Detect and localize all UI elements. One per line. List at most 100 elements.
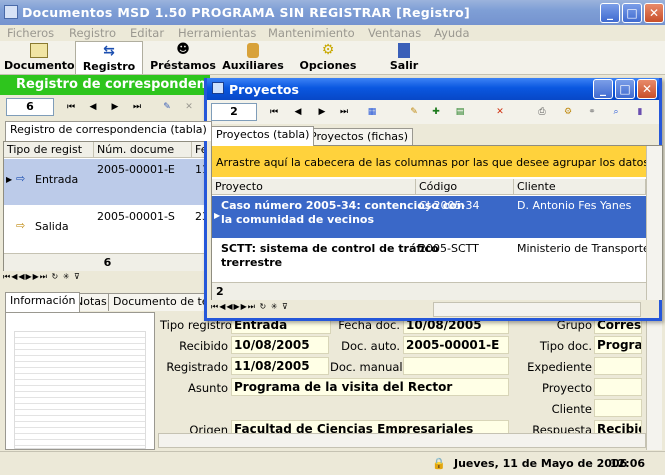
menu-ayuda[interactable]: Ayuda xyxy=(434,26,470,40)
table-row[interactable]: SCTT: sistema de control de tráfico trer… xyxy=(212,239,656,281)
proyectos-grid: Arrastre aquí la cabecera de las columna… xyxy=(211,145,663,300)
prev-record-button[interactable]: ◀ xyxy=(289,103,307,121)
window-icon xyxy=(212,82,224,94)
first-record-button[interactable]: ⏮ xyxy=(62,98,80,116)
document-preview xyxy=(5,312,155,450)
close-button[interactable]: ✕ xyxy=(644,3,664,23)
menu-mantenimiento[interactable]: Mantenimiento xyxy=(268,26,355,40)
exit-door-icon xyxy=(398,43,410,58)
delete-icon[interactable]: ✕ xyxy=(491,103,509,121)
col-numero[interactable]: Núm. docume xyxy=(94,142,192,158)
menu-ficheros[interactable]: Ficheros xyxy=(7,26,54,40)
registro-button[interactable]: ⇆ Registro xyxy=(75,41,143,74)
menu-herramientas[interactable]: Herramientas xyxy=(178,26,256,40)
search-icon[interactable]: ⌕ xyxy=(607,103,625,121)
tipo-doc-field[interactable]: Progran xyxy=(594,336,642,354)
opciones-button[interactable]: ⚙ Opciones xyxy=(296,41,360,74)
link-icon[interactable]: ⚭ xyxy=(583,103,601,121)
proyectos-record-count: 2 xyxy=(211,103,257,121)
registrado-field[interactable]: 11/08/2005 xyxy=(231,357,329,375)
database-icon xyxy=(247,43,259,58)
menu-editar[interactable]: Editar xyxy=(130,26,164,40)
menu-registro[interactable]: Registro xyxy=(69,26,116,40)
documentos-button[interactable]: Documentos xyxy=(4,41,81,74)
tools-icon[interactable]: ⚙ xyxy=(559,103,577,121)
proyectos-maximize-button[interactable]: □ xyxy=(615,79,635,99)
proyectos-title-bar: Proyectos _ □ ✕ xyxy=(207,78,659,100)
maximize-button[interactable]: □ xyxy=(622,3,642,23)
col-tipo[interactable]: Tipo de regist xyxy=(4,142,94,158)
proyectos-navigator[interactable]: ⏮◀◀▶▶⏭ ↻ ✳ ⊽ xyxy=(211,302,431,316)
arrows-icon: ⇆ xyxy=(103,43,115,59)
expediente-field[interactable] xyxy=(594,357,642,375)
insert-row-icon[interactable]: ▤ xyxy=(451,103,469,121)
proyectos-close-button[interactable]: ✕ xyxy=(637,79,657,99)
table-row[interactable]: ▶ Caso número 2005-34: contencioso con l… xyxy=(212,196,646,238)
app-icon xyxy=(4,5,18,19)
tab-registro-tabla[interactable]: Registro de correspondencia (tabla) xyxy=(5,121,212,141)
status-bar: 🔒 Jueves, 11 de Mayo de 2006 12:06 xyxy=(0,451,665,475)
edit-icon[interactable]: ✎ xyxy=(158,98,176,116)
table-row[interactable]: ⇨ Salida 2005-00001-S 23 xyxy=(4,206,211,252)
menu-ventanas[interactable]: Ventanas xyxy=(368,26,421,40)
prev-record-button[interactable]: ◀ xyxy=(84,98,102,116)
last-record-button[interactable]: ⏭ xyxy=(335,103,353,121)
people-icon: ☻ xyxy=(176,42,190,57)
row-pointer-icon: ▶ xyxy=(6,175,13,184)
detail-hscrollbar[interactable] xyxy=(158,433,646,448)
col-cliente[interactable]: Cliente xyxy=(514,179,646,195)
proyectos-window: Proyectos _ □ ✕ 2 ⏮ ◀ ▶ ⏭ ▦ ✎ ✚ ▤ ✕ ⎙ ⚙ … xyxy=(204,78,663,321)
minimize-button[interactable]: _ xyxy=(600,3,620,23)
add-icon[interactable]: ✚ xyxy=(427,103,445,121)
cliente-field[interactable] xyxy=(594,399,642,417)
status-time: 12:06 xyxy=(610,457,646,470)
tab-proyectos-fichas[interactable]: Proyectos (fichas) xyxy=(305,128,414,146)
gears-icon: ⚙ xyxy=(321,42,335,58)
status-date: Jueves, 11 de Mayo de 2006 xyxy=(454,457,628,470)
asunto-field[interactable]: Programa de la visita del Rector xyxy=(231,378,509,396)
tab-proyectos-tabla[interactable]: Proyectos (tabla) xyxy=(211,126,315,146)
proyecto-field[interactable] xyxy=(594,378,642,396)
salir-button[interactable]: Salir xyxy=(374,41,434,74)
next-record-button[interactable]: ▶ xyxy=(313,103,331,121)
incoming-arrow-icon: ⇨ xyxy=(16,172,26,185)
grid-edit-icon[interactable]: ▦ xyxy=(363,103,381,121)
detail-tabs: Información Notas Documento de text xyxy=(0,292,225,312)
last-record-button[interactable]: ⏭ xyxy=(128,98,146,116)
doc-auto-field[interactable]: 2005-00001-E xyxy=(403,336,509,354)
exit-icon[interactable]: ▮ xyxy=(631,103,649,121)
registro-nav: 6 ⏮ ◀ ▶ ⏭ ✎ ✕ xyxy=(0,96,210,116)
proyectos-tabs: Proyectos (tabla) Proyectos (fichas) xyxy=(207,125,659,147)
cancel-icon[interactable]: ✕ xyxy=(180,98,198,116)
col-codigo[interactable]: Código xyxy=(416,179,514,195)
proyectos-toolbar: 2 ⏮ ◀ ▶ ⏭ ▦ ✎ ✚ ▤ ✕ ⎙ ⚙ ⚭ ⌕ ▮ xyxy=(207,100,659,124)
registro-navigator[interactable]: ⏮◀◀▶▶⏭ ↻ ✳ ⊽ xyxy=(3,272,210,288)
print-icon[interactable]: ⎙ xyxy=(533,103,551,121)
doc-manual-field[interactable] xyxy=(403,357,509,375)
proyectos-minimize-button[interactable]: _ xyxy=(593,79,613,99)
first-record-button[interactable]: ⏮ xyxy=(265,103,283,121)
main-title-bar: Documentos MSD 1.50 PROGRAMA SIN REGISTR… xyxy=(0,0,665,25)
main-toolbar: Documentos ⇆ Registro ☻ Préstamos Auxili… xyxy=(0,41,665,75)
auxiliares-button[interactable]: Auxiliares xyxy=(222,41,284,74)
grid-footer-count: 6 xyxy=(4,253,211,271)
menu-bar: Ficheros Registro Editar Herramientas Ma… xyxy=(0,25,665,41)
detail-scrollbar[interactable] xyxy=(646,312,662,450)
group-by-hint: Arrastre aquí la cabecera de las columna… xyxy=(212,146,646,177)
tab-informacion[interactable]: Información xyxy=(5,292,81,312)
registro-grid: Tipo de regist Núm. docume Fe ▶ ⇨ Entrad… xyxy=(3,141,211,271)
next-record-button[interactable]: ▶ xyxy=(106,98,124,116)
proyectos-scrollbar[interactable] xyxy=(646,146,662,300)
documents-icon xyxy=(30,43,48,58)
window-title: Documentos MSD 1.50 PROGRAMA SIN REGISTR… xyxy=(22,5,471,20)
record-count: 6 xyxy=(6,98,54,116)
outgoing-arrow-icon: ⇨ xyxy=(16,219,26,232)
lock-icon: 🔒 xyxy=(432,457,446,470)
proyectos-hscrollbar[interactable] xyxy=(433,302,641,317)
table-row[interactable]: ▶ ⇨ Entrada 2005-00001-E 11 xyxy=(4,159,211,205)
proyectos-title: Proyectos xyxy=(229,82,299,97)
edit-icon[interactable]: ✎ xyxy=(405,103,423,121)
recibido-field[interactable]: 10/08/2005 xyxy=(231,336,329,354)
prestamos-button[interactable]: ☻ Préstamos xyxy=(150,41,216,74)
col-proyecto[interactable]: Proyecto xyxy=(212,179,416,195)
